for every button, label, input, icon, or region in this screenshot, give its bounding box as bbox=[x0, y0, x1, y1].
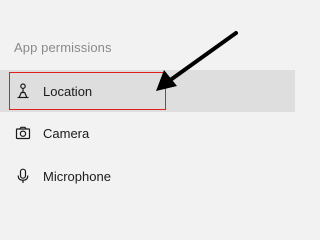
nav-item-location[interactable]: Location bbox=[0, 70, 295, 112]
camera-icon bbox=[14, 124, 32, 142]
nav-item-microphone[interactable]: Microphone bbox=[0, 155, 295, 197]
nav-item-label: Location bbox=[43, 83, 93, 99]
microphone-icon bbox=[14, 167, 32, 185]
settings-nav-panel: App permissions Location Camera Micropho… bbox=[0, 0, 295, 213]
nav-item-label: Microphone bbox=[43, 168, 111, 184]
nav-item-label: Camera bbox=[43, 125, 90, 141]
section-title: App permissions bbox=[14, 40, 112, 55]
location-person-icon bbox=[14, 82, 32, 100]
nav-item-camera[interactable]: Camera bbox=[0, 112, 295, 154]
